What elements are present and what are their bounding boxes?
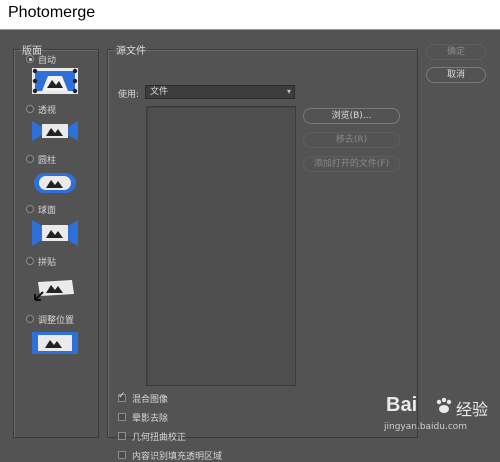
checkbox-label: 几何扭曲校正 — [132, 432, 187, 443]
geometric-distortion-checkbox[interactable] — [118, 432, 126, 440]
title-bar: Photomerge — [0, 0, 500, 30]
checkbox-row-content-aware[interactable]: 内容识别填充透明区域 — [118, 449, 223, 462]
browse-button[interactable]: 浏览(B)... — [303, 108, 400, 124]
layout-option-collage[interactable]: 拼贴 — [26, 255, 57, 268]
layout-option-label: 球面 — [38, 205, 57, 216]
perspective-layout-icon[interactable] — [32, 118, 78, 144]
cylindrical-layout-icon[interactable] — [32, 170, 78, 196]
reposition-layout-icon[interactable] — [32, 330, 78, 356]
watermark-brand-cn: 经验 — [456, 400, 489, 419]
watermark-brand: Bai — [386, 394, 418, 416]
paw-icon — [436, 397, 452, 413]
checkbox-row-blend[interactable]: 混合图像 — [118, 391, 169, 405]
radio-perspective[interactable] — [26, 105, 34, 113]
remove-button[interactable]: 移去(R) — [303, 132, 400, 148]
collage-layout-icon[interactable] — [32, 276, 78, 302]
use-select[interactable]: 文件 ▾ — [145, 85, 295, 99]
add-open-files-button[interactable]: 添加打开的文件(F) — [303, 156, 400, 172]
layout-option-label: 透视 — [38, 105, 57, 116]
layout-option-spherical[interactable]: 球面 — [26, 203, 57, 216]
layout-option-label: 拼贴 — [38, 257, 57, 268]
vignette-removal-checkbox[interactable] — [118, 413, 126, 421]
layout-option-reposition[interactable]: 调整位置 — [26, 313, 75, 326]
radio-collage[interactable] — [26, 257, 34, 265]
checkbox-label: 混合图像 — [132, 394, 169, 405]
layout-option-label: 圆柱 — [38, 155, 57, 166]
layout-option-perspective[interactable]: 透视 — [26, 103, 57, 116]
window-title: Photomerge — [8, 4, 96, 21]
radio-auto[interactable] — [26, 55, 34, 63]
use-select-value: 文件 — [150, 87, 169, 97]
checkbox-row-distortion[interactable]: 几何扭曲校正 — [118, 430, 187, 443]
layout-option-auto[interactable]: 自动 — [26, 53, 57, 66]
layout-option-cylindrical[interactable]: 圆柱 — [26, 153, 57, 166]
spherical-layout-icon[interactable] — [32, 220, 78, 246]
chevron-down-icon: ▾ — [286, 87, 291, 96]
photomerge-dialog: 版面 自动 透视 圆柱 球面 拼贴 调整位置 源文件 使用: 文件 ▾ 浏览(B… — [0, 30, 500, 462]
use-label: 使用: — [118, 90, 140, 100]
checkbox-label: 晕影去除 — [132, 413, 169, 424]
radio-spherical[interactable] — [26, 205, 34, 213]
content-aware-fill-checkbox[interactable] — [118, 451, 126, 459]
checkbox-label: 内容识别填充透明区域 — [132, 451, 223, 462]
checkbox-row-vignette[interactable]: 晕影去除 — [118, 411, 169, 424]
ok-button[interactable]: 确定 — [426, 44, 486, 60]
blend-images-checkbox[interactable] — [118, 391, 126, 402]
cancel-button[interactable]: 取消 — [426, 67, 486, 83]
source-legend: 源文件 — [116, 46, 146, 57]
radio-cylindrical[interactable] — [26, 155, 34, 163]
baidu-watermark: Bai 经验 jingyan.baidu.com — [380, 394, 492, 446]
auto-layout-icon[interactable] — [32, 68, 78, 94]
source-file-list[interactable] — [146, 106, 296, 386]
layout-option-label: 自动 — [38, 55, 57, 66]
watermark-url: jingyan.baidu.com — [384, 422, 468, 432]
layout-option-label: 调整位置 — [38, 315, 75, 326]
radio-reposition[interactable] — [26, 315, 34, 323]
